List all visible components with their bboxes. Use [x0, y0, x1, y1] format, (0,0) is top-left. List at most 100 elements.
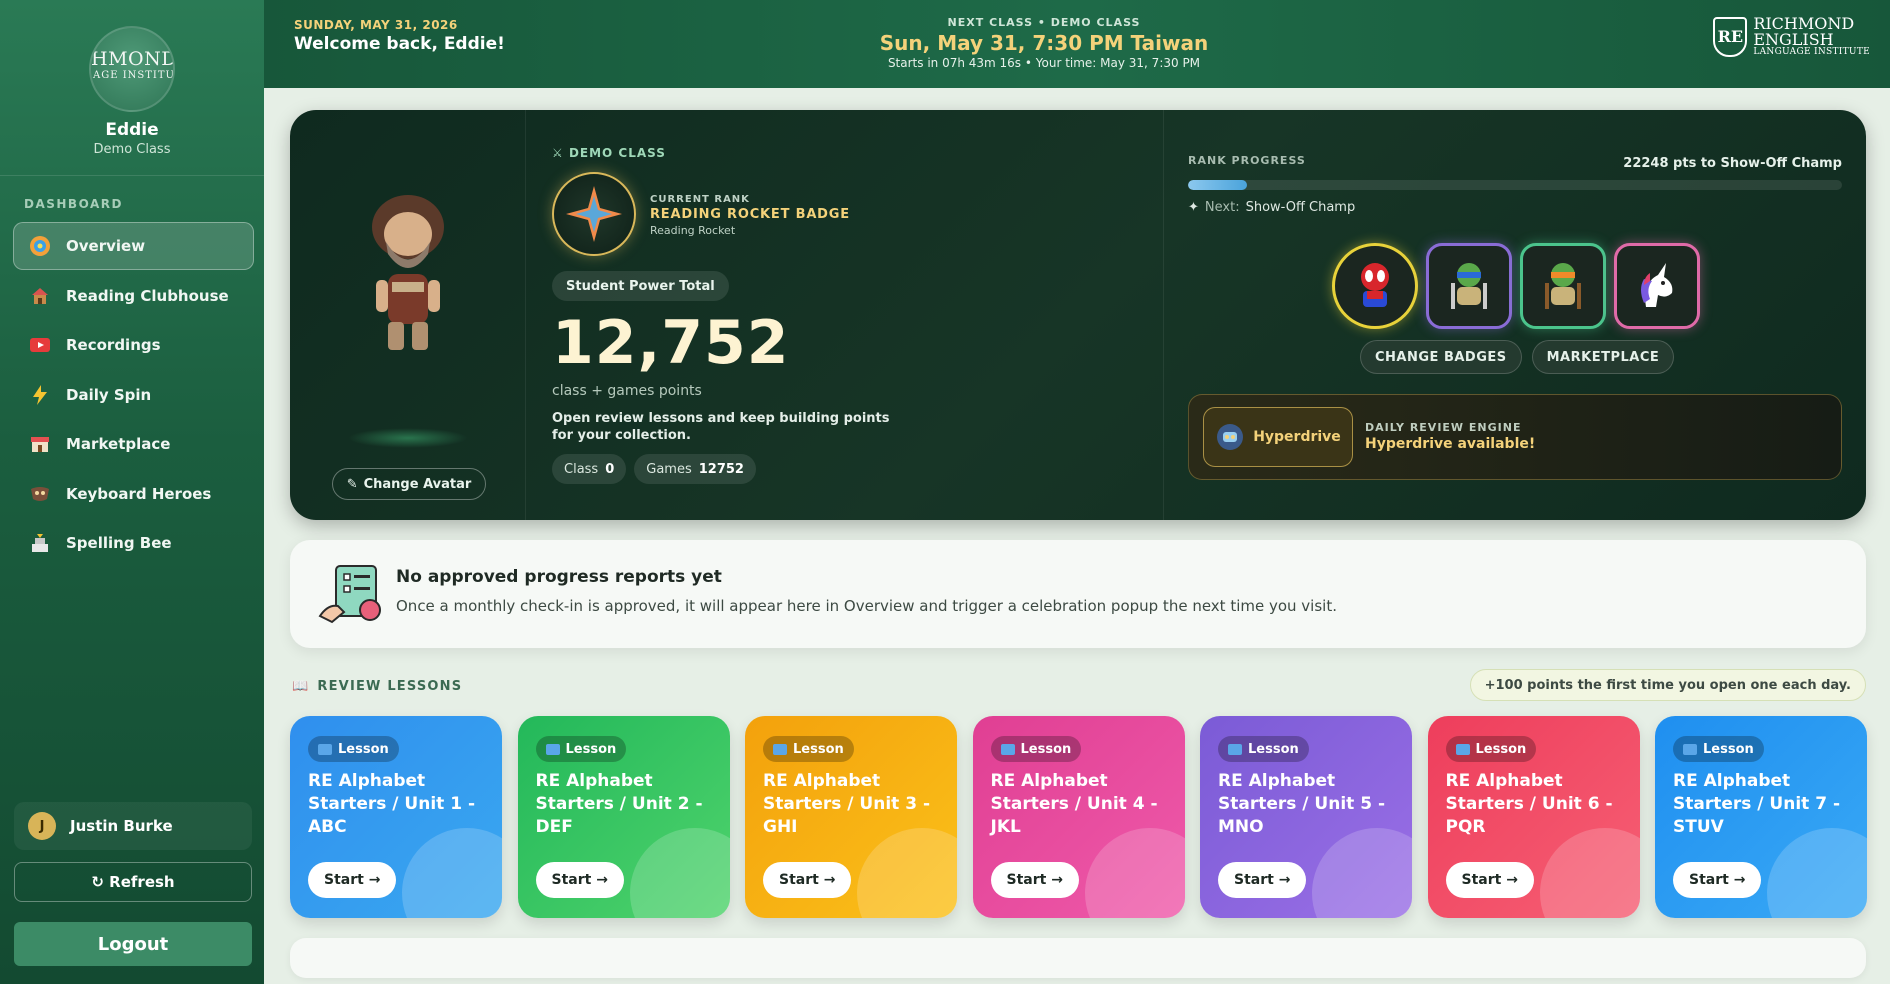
games-points-chip: Games 12752 [634, 454, 756, 484]
logout-button[interactable]: Logout [14, 922, 252, 966]
lesson-cards: Lesson RE Alphabet Starters / Unit 1 - AB… [290, 716, 1867, 920]
hyperdrive-button-label: Hyperdrive [1253, 429, 1341, 445]
profile-block: HMOND AGE INSTITU Eddie Demo Class [0, 26, 264, 157]
rank-progress-panel: RANK PROGRESS 22248 pts to Show-Off Cham… [1164, 110, 1866, 520]
abc-icon [1000, 743, 1015, 755]
badge-slot-1[interactable] [1332, 243, 1418, 329]
lesson-card[interactable]: Lesson RE Alphabet Starters / Unit 3 - GH… [745, 716, 957, 918]
lesson-start-button[interactable]: Start → [1218, 862, 1307, 898]
lesson-tag: Lesson [990, 736, 1082, 762]
badge-row [1332, 243, 1700, 329]
sidebar-item-keyboard-heroes[interactable]: Keyboard Heroes [13, 470, 254, 518]
lesson-title: RE Alphabet Starters / Unit 6 - PQR [1445, 771, 1613, 837]
lesson-start-button[interactable]: Start → [308, 862, 397, 898]
change-avatar-button[interactable]: ✎ Change Avatar [332, 468, 486, 500]
brand-logo: RE RICHMOND ENGLISH LANGUAGE INSTITUTE [1713, 16, 1870, 57]
refresh-button[interactable]: ↻ Refresh [14, 862, 252, 902]
abc-icon [1683, 743, 1697, 755]
sidebar-item-reading-clubhouse[interactable]: Reading Clubhouse [13, 272, 254, 320]
lesson-card[interactable]: Lesson RE Alphabet Starters / Unit 5 - MN… [1200, 716, 1412, 918]
marketplace-button[interactable]: MARKETPLACE [1531, 340, 1675, 374]
lesson-tag-label: Lesson [1703, 741, 1754, 757]
lesson-start-button[interactable]: Start → [990, 862, 1079, 898]
review-points-note: +100 points the first time you open one … [1469, 669, 1866, 701]
lesson-tag-label: Lesson [338, 741, 389, 757]
next-class-label: NEXT CLASS • DEMO CLASS [947, 16, 1141, 29]
next-rank-label: Next: [1204, 200, 1240, 215]
class-points-label: Class [564, 461, 599, 477]
current-date: SUNDAY, MAY 31, 2026 [294, 18, 458, 32]
hyperdrive-panel: Hyperdrive DAILY REVIEW ENGINE Hyperdriv… [1188, 394, 1842, 480]
sidebar-item-spelling-bee[interactable]: Spelling Bee [13, 519, 254, 567]
lesson-tag: Lesson [1673, 736, 1764, 762]
lesson-title: RE Alphabet Starters / Unit 2 - DEF [535, 771, 703, 837]
rank-progress-label: RANK PROGRESS [1188, 154, 1306, 167]
sidebar-item-label: Marketplace [66, 435, 171, 453]
sidebar-item-daily-spin[interactable]: Daily Spin [13, 371, 254, 419]
lesson-title: RE Alphabet Starters / Unit 5 - MNO [1218, 771, 1386, 837]
lesson-card[interactable]: Lesson RE Alphabet Starters / Unit 1 - AB… [290, 716, 502, 918]
lesson-title: RE Alphabet Starters / Unit 4 - JKL [990, 771, 1158, 837]
school-logo-subtext: AGE INSTITU [93, 70, 175, 81]
pencil-icon: ✎ [346, 476, 358, 492]
games-points-label: Games [646, 461, 692, 477]
current-rank-label: CURRENT RANK [650, 194, 750, 205]
lesson-card[interactable]: Lesson RE Alphabet Starters / Unit 6 - PQ… [1427, 716, 1640, 918]
badge-slot-3[interactable] [1520, 243, 1606, 329]
lesson-start-button[interactable]: Start → [1673, 862, 1762, 898]
sidebar-item-label: Keyboard Heroes [66, 484, 212, 503]
power-subtitle: class + games points [552, 383, 702, 399]
decorative-circle [1767, 828, 1867, 918]
turtle-orange-icon [1545, 263, 1581, 309]
sidebar-item-marketplace[interactable]: Marketplace [13, 420, 254, 468]
avatar-panel: ✎ Change Avatar [290, 110, 526, 520]
dashboard-section-label: DASHBOARD [24, 197, 123, 211]
next-class-info: NEXT CLASS • DEMO CLASS Sun, May 31, 7:3… [864, 16, 1224, 70]
report-description: Once a monthly check-in is approved, it … [396, 597, 1337, 615]
student-name: Eddie [105, 120, 159, 140]
next-rank-name: Show-Off Champ [1245, 200, 1356, 215]
lesson-tag-label: Lesson [565, 741, 617, 757]
hyperdrive-button[interactable]: Hyperdrive [1203, 407, 1353, 467]
power-label-pill: Student Power Total [552, 271, 729, 301]
sidebar-item-overview[interactable]: Overview [13, 222, 254, 270]
lesson-card[interactable]: Lesson RE Alphabet Starters / Unit 7 - ST… [1655, 716, 1867, 918]
report-card-icon [318, 565, 381, 624]
sparkle-icon: ✦ [1188, 200, 1199, 215]
welcome-message: Welcome back, Eddie! [294, 34, 505, 54]
abc-icon [545, 743, 560, 755]
sidebar-item-label: Overview [66, 237, 146, 255]
next-rank: ✦ Next: Show-Off Champ [1188, 200, 1355, 215]
power-total: 12,752 [552, 308, 790, 378]
lesson-start-button[interactable]: Start → [1445, 862, 1534, 898]
lesson-card[interactable]: Lesson RE Alphabet Starters / Unit 4 - JK… [972, 716, 1185, 918]
abc-icon [1228, 743, 1242, 755]
sidebar-item-recordings[interactable]: Recordings [13, 321, 254, 369]
demo-class-label: DEMO CLASS [568, 146, 666, 160]
badge-slot-2[interactable] [1426, 243, 1512, 329]
change-badges-button[interactable]: CHANGE BADGES [1360, 340, 1522, 374]
lesson-card[interactable]: Lesson RE Alphabet Starters / Unit 2 - DE… [517, 716, 730, 918]
store-icon [28, 432, 52, 456]
lesson-title: RE Alphabet Starters / Unit 1 - ABC [308, 771, 476, 837]
sidebar-divider [0, 175, 264, 176]
school-logo-text: HMOND [91, 48, 175, 70]
sidebar-item-label: Reading Clubhouse [66, 286, 229, 305]
current-rank-sub: Reading Rocket [650, 224, 736, 237]
decorative-circle [402, 828, 502, 918]
hyperdrive-status: Hyperdrive available! [1365, 436, 1536, 452]
demo-class-tag: ⚔ DEMO CLASS [552, 146, 666, 160]
current-user[interactable]: J Justin Burke [14, 802, 252, 850]
current-rank-name: READING ROCKET BADGE [650, 207, 850, 222]
avatar-glow [348, 428, 468, 448]
sidebar: HMOND AGE INSTITU Eddie Demo Class DASHB… [0, 0, 264, 984]
user-name: Justin Burke [70, 817, 173, 835]
report-title: No approved progress reports yet [396, 567, 722, 587]
badge-slot-4[interactable] [1614, 243, 1700, 329]
brand-line-2: ENGLISH [1753, 30, 1834, 49]
change-avatar-label: Change Avatar [363, 476, 472, 492]
power-panel: ⚔ DEMO CLASS CURRENT RANK READING ROCKET… [526, 110, 1164, 520]
lesson-start-button[interactable]: Start → [763, 862, 852, 898]
lesson-start-button[interactable]: Start → [535, 862, 624, 898]
sidebar-nav: Overview Reading Clubhouse Recordings Da… [13, 222, 254, 569]
